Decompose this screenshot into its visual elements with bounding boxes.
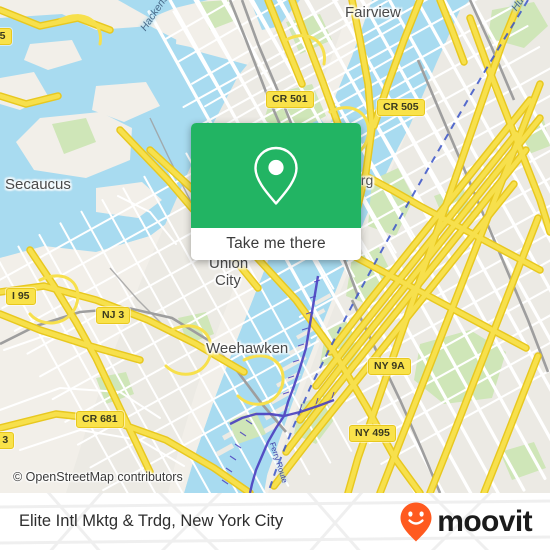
- map-pin-icon: [254, 146, 298, 205]
- road-shield[interactable]: NJ 3: [0, 432, 15, 449]
- take-me-there-label: Take me there: [226, 235, 326, 252]
- road-shield[interactable]: NJ 3: [96, 307, 131, 324]
- road-shield[interactable]: CR 681: [76, 411, 124, 428]
- map-screenshot: CR 501 CR 505 I 95 NJ 3 CR 681 NY 9A NY …: [0, 0, 550, 550]
- footer-bar: Elite Intl Mktg & Trdg, New York City mo…: [0, 493, 550, 550]
- road-shield[interactable]: CR 505: [377, 99, 425, 116]
- moovit-wordmark: moovit: [437, 504, 532, 538]
- road-shield[interactable]: CR 501: [266, 91, 314, 108]
- road-shield[interactable]: I 95: [0, 28, 12, 45]
- popup-action-bar[interactable]: Take me there: [191, 228, 361, 260]
- road-shield[interactable]: NY 9A: [368, 358, 411, 375]
- moovit-smiling-pin-icon: [400, 502, 432, 541]
- popup-header: [191, 123, 361, 228]
- moovit-logo[interactable]: moovit: [399, 493, 533, 550]
- osm-attribution[interactable]: © OpenStreetMap contributors: [13, 470, 183, 484]
- road-shield[interactable]: NY 495: [349, 425, 396, 442]
- location-title: Elite Intl Mktg & Trdg, New York City: [19, 512, 284, 530]
- road-shield[interactable]: I 95: [6, 288, 36, 305]
- take-me-there-popup[interactable]: Take me there: [191, 123, 361, 260]
- map-canvas[interactable]: CR 501 CR 505 I 95 NJ 3 CR 681 NY 9A NY …: [0, 0, 550, 493]
